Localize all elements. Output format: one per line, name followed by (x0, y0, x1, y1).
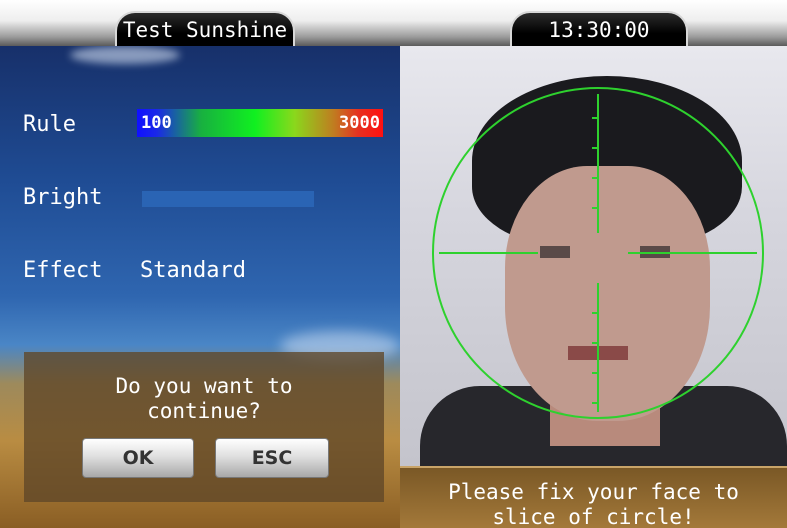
ok-button[interactable]: OK (82, 438, 194, 478)
esc-button[interactable]: ESC (215, 438, 329, 478)
clock-display: 13:30:00 (510, 11, 688, 47)
effect-label: Effect (23, 258, 103, 283)
face-hint-text: Please fix your face to slice of circle! (400, 480, 787, 528)
dialog-message: Do you want to continue? (24, 374, 384, 424)
settings-panel: Rule 100 3000 Bright Effect Standard Do … (0, 46, 400, 528)
dialog-message-line: continue? (147, 399, 261, 423)
rule-max-value: 3000 (339, 113, 380, 133)
confirm-dialog: Do you want to continue? OK ESC (24, 352, 384, 502)
rule-min-value: 100 (141, 113, 172, 133)
cloud-decoration (70, 46, 180, 64)
bright-label: Bright (23, 185, 103, 210)
bright-slider[interactable] (142, 191, 314, 207)
face-hint-box: Please fix your face to slice of circle! (400, 466, 787, 528)
title-bar: Test Sunshine 13:30:00 (0, 0, 787, 47)
camera-panel: Please fix your face to slice of circle! (400, 46, 787, 528)
screen-title: Test Sunshine (115, 11, 295, 47)
rule-color-scale[interactable]: 100 3000 (137, 109, 383, 137)
face-hint-line: slice of circle! (492, 505, 695, 528)
dialog-message-line: Do you want to (115, 374, 293, 398)
effect-value[interactable]: Standard (140, 258, 246, 283)
face-hint-line: Please fix your face to (448, 480, 739, 504)
rule-label: Rule (23, 112, 76, 137)
face-target-reticle-icon (432, 87, 764, 419)
camera-preview (400, 46, 787, 486)
